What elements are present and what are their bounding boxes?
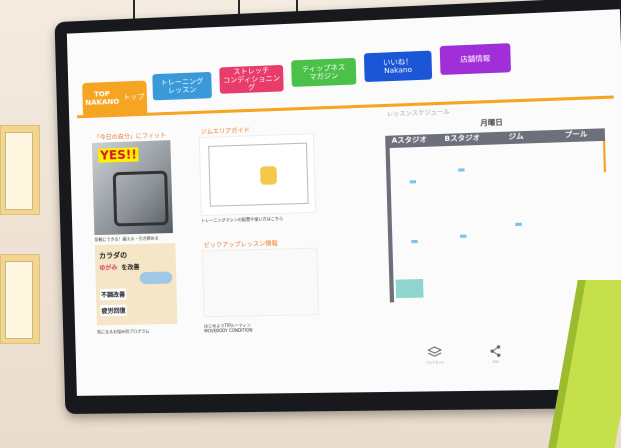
tab-label: トレーニング レッスン bbox=[160, 77, 204, 95]
pickup-caption: はじめようTIPルーティン MOVEBODY CONDITION bbox=[203, 322, 253, 334]
posture-card[interactable]: カラダの ゆがみ を改善 不調改善 疲労回復 bbox=[94, 243, 178, 326]
left-caption-3: 気になるお悩み別プログラム bbox=[97, 328, 150, 335]
lesson-block[interactable] bbox=[395, 279, 424, 299]
exercise-machine bbox=[112, 170, 169, 227]
posture-text-4: 不調改善 bbox=[99, 288, 127, 301]
floor-plan bbox=[208, 142, 309, 207]
col-gym: ジム bbox=[508, 132, 524, 141]
tab-store-info[interactable]: 店舗情報 bbox=[439, 43, 512, 75]
posture-text-2: ゆがみ bbox=[99, 264, 118, 273]
share-icon bbox=[490, 345, 501, 358]
pickup-card[interactable] bbox=[201, 247, 320, 318]
layers-icon bbox=[427, 346, 442, 359]
schedule-timeline bbox=[385, 148, 395, 303]
lesson-marker[interactable] bbox=[458, 168, 465, 172]
brochure bbox=[5, 132, 33, 210]
tab-stretch-conditioning[interactable]: ストレッチ コンディショニング bbox=[219, 64, 284, 94]
stretch-figure bbox=[139, 271, 173, 285]
brochure bbox=[5, 261, 33, 339]
posture-text-3: を改善 bbox=[121, 264, 140, 272]
tab-home[interactable]: TOP NAKANO トップ bbox=[82, 80, 148, 116]
sns-label: SNS bbox=[492, 359, 500, 364]
floor-guide-button[interactable]: フロアガイド bbox=[425, 346, 445, 365]
tab-home-label: トップ bbox=[123, 92, 145, 102]
nav-tabs: TOP NAKANO トップ トレーニング レッスン ストレッチ コンディショニ… bbox=[76, 41, 614, 116]
posture-text-1: カラダの bbox=[98, 251, 128, 261]
lesson-marker[interactable] bbox=[515, 222, 522, 227]
brand-logo: TOP NAKANO bbox=[85, 90, 120, 108]
lesson-marker[interactable] bbox=[411, 239, 418, 244]
gym-photo-card[interactable]: YES!! bbox=[91, 140, 173, 236]
schedule-right-rule bbox=[602, 140, 607, 173]
schedule-day: 月曜日 bbox=[480, 118, 503, 128]
tab-label: 店舗情報 bbox=[460, 54, 491, 64]
col-b-studio: Bスタジオ bbox=[444, 133, 481, 144]
schedule-header: Aスタジオ Bスタジオ ジム プール bbox=[385, 128, 606, 149]
gym-guide-caption: トレーニングマシンの配置や使い方はこちら bbox=[201, 215, 284, 224]
brochure-rack-top bbox=[0, 125, 40, 215]
tab-tipness-magazine[interactable]: ティップネス マガジン bbox=[291, 57, 357, 87]
tab-label: いいね！ Nakano bbox=[382, 57, 413, 76]
posture-text-5: 疲労回復 bbox=[100, 304, 127, 317]
gym-guide-title: ジムエリアガイド bbox=[200, 127, 250, 137]
col-a-studio: Aスタジオ bbox=[391, 135, 428, 145]
brochure-rack-bottom bbox=[0, 254, 40, 344]
yes-badge: YES!! bbox=[98, 147, 140, 163]
tab-training-lessons[interactable]: トレーニング レッスン bbox=[152, 71, 212, 101]
left-caption-1: 気軽にできる！鍛える・引き締める bbox=[94, 235, 159, 243]
floor-guide-label: フロアガイド bbox=[425, 360, 445, 365]
display-monitor: TOP NAKANO トップ トレーニング レッスン ストレッチ コンディショニ… bbox=[54, 0, 621, 415]
tab-label: ストレッチ コンディショニング bbox=[222, 66, 281, 92]
schedule-title: レッスンスケジュール bbox=[386, 108, 450, 119]
tab-label: ティップネス マガジン bbox=[301, 63, 346, 82]
col-pool: プール bbox=[564, 129, 588, 140]
sns-button[interactable]: SNS bbox=[489, 345, 502, 364]
gym-guide-map[interactable] bbox=[198, 133, 317, 217]
mascot-icon bbox=[260, 166, 278, 185]
lesson-marker[interactable] bbox=[409, 180, 417, 184]
pickup-title: ピックアップレッスン情報 bbox=[203, 240, 278, 250]
kiosk-screen: TOP NAKANO トップ トレーニング レッスン ストレッチ コンディショニ… bbox=[66, 9, 621, 396]
tab-iine-nakano[interactable]: いいね！ Nakano bbox=[363, 50, 433, 83]
lesson-marker[interactable] bbox=[460, 234, 467, 238]
